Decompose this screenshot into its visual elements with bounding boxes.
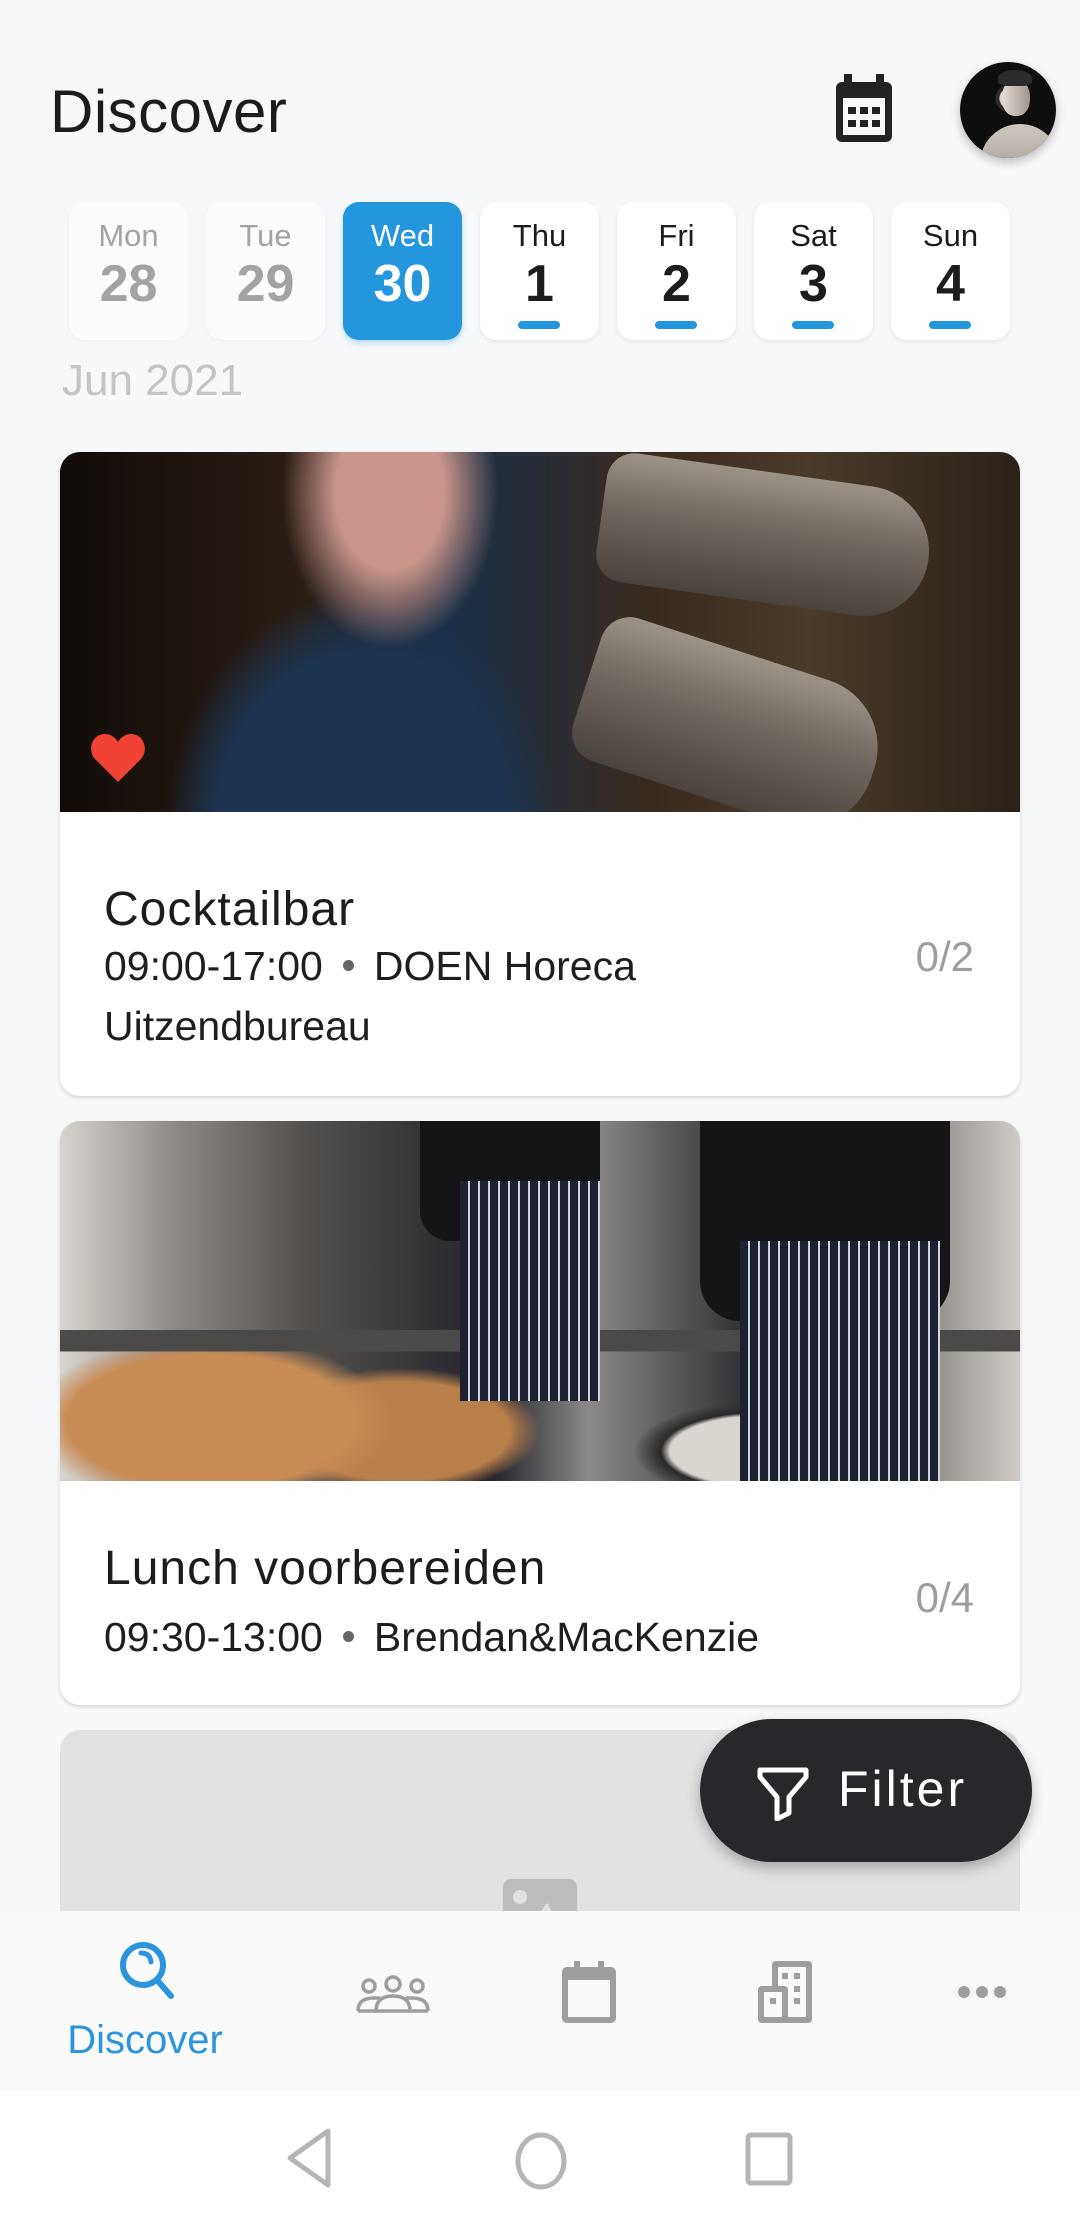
shift-image — [60, 1121, 1020, 1481]
calendar-icon — [836, 74, 892, 142]
shift-meta: 09:00-17:00 DOEN Horeca Uitzendbureau — [104, 936, 724, 1056]
shift-company-line2: Uitzendbureau — [104, 1003, 371, 1049]
day-thu[interactable]: Thu 1 — [480, 202, 599, 340]
shift-indicator — [929, 321, 971, 329]
filter-label: Filter — [838, 1761, 968, 1817]
bottom-nav: Discover — [0, 1911, 1080, 2091]
day-name: Wed — [370, 218, 435, 253]
day-name: Thu — [512, 218, 567, 253]
day-number: 2 — [662, 255, 691, 313]
home-icon[interactable] — [514, 2131, 568, 2193]
system-nav-bar — [0, 2091, 1080, 2215]
shift-fill-count: 0/4 — [915, 1574, 974, 1621]
day-number: 1 — [525, 255, 554, 313]
day-number: 30 — [373, 255, 432, 313]
building-icon — [758, 1961, 812, 2023]
shift-company: DOEN Horeca — [373, 943, 636, 989]
shaker-bottom — [564, 609, 896, 812]
shift-indicator — [792, 321, 834, 329]
month-label: Jun 2021 — [62, 356, 244, 405]
shift-time: 09:00-17:00 — [104, 943, 323, 989]
day-wed[interactable]: Wed 30 — [343, 202, 462, 340]
page-title: Discover — [50, 78, 288, 145]
day-name: Sat — [790, 218, 837, 253]
day-tue[interactable]: Tue 29 — [206, 202, 325, 340]
avatar-figure — [980, 124, 1056, 158]
avatar-hair — [998, 70, 1032, 86]
nav-schedule[interactable] — [491, 1911, 687, 2091]
shift-indicator — [518, 321, 560, 329]
nav-companies[interactable] — [687, 1911, 883, 2091]
shift-card-lunch[interactable]: Lunch voorbereiden 09:30-13:00 Brendan&Ma… — [60, 1121, 1020, 1705]
nav-discover[interactable]: Discover — [47, 1911, 243, 2091]
day-fri[interactable]: Fri 2 — [617, 202, 736, 340]
shift-image — [60, 452, 1020, 812]
day-sat[interactable]: Sat 3 — [754, 202, 873, 340]
funnel-icon — [757, 1767, 809, 1821]
chef-apron — [460, 1181, 600, 1401]
day-name: Mon — [98, 218, 159, 253]
shift-indicator — [655, 321, 697, 329]
chef-apron — [740, 1241, 940, 1481]
shift-meta: 09:30-13:00 Brendan&MacKenzie — [104, 1607, 884, 1667]
day-number: 3 — [799, 255, 828, 313]
nav-teams[interactable] — [295, 1911, 491, 2091]
day-mon[interactable]: Mon 28 — [69, 202, 188, 340]
calendar-button[interactable] — [830, 74, 898, 146]
people-group-icon — [356, 1975, 430, 2013]
shift-time: 09:30-13:00 — [104, 1614, 323, 1660]
day-name: Sun — [922, 218, 979, 253]
shift-company: Brendan&MacKenzie — [373, 1614, 760, 1660]
recents-icon[interactable] — [744, 2131, 796, 2189]
filter-button[interactable]: Filter — [700, 1719, 1032, 1862]
day-number: 28 — [99, 255, 158, 313]
day-number: 29 — [236, 255, 295, 313]
shift-title: Lunch voorbereiden — [104, 1542, 547, 1595]
day-name: Fri — [658, 218, 695, 253]
more-dots-icon — [958, 1986, 1006, 1998]
favorite-heart-icon[interactable] — [90, 732, 146, 784]
calendar-icon — [562, 1961, 616, 2023]
search-icon — [120, 1942, 174, 1999]
nav-more[interactable] — [884, 1911, 1080, 2091]
day-number: 4 — [936, 255, 965, 313]
separator-dot — [342, 959, 354, 971]
separator-dot — [342, 1630, 354, 1642]
shift-title: Cocktailbar — [104, 883, 356, 936]
shaker-top — [592, 452, 938, 625]
day-sun[interactable]: Sun 4 — [891, 202, 1010, 340]
day-name: Tue — [239, 218, 292, 253]
back-icon[interactable] — [284, 2127, 334, 2189]
nav-label: Discover — [67, 2018, 223, 2062]
shift-card-cocktailbar[interactable]: Cocktailbar 09:00-17:00 DOEN Horeca Uitze… — [60, 452, 1020, 1096]
avatar[interactable] — [960, 62, 1056, 158]
shift-fill-count: 0/2 — [915, 933, 974, 980]
